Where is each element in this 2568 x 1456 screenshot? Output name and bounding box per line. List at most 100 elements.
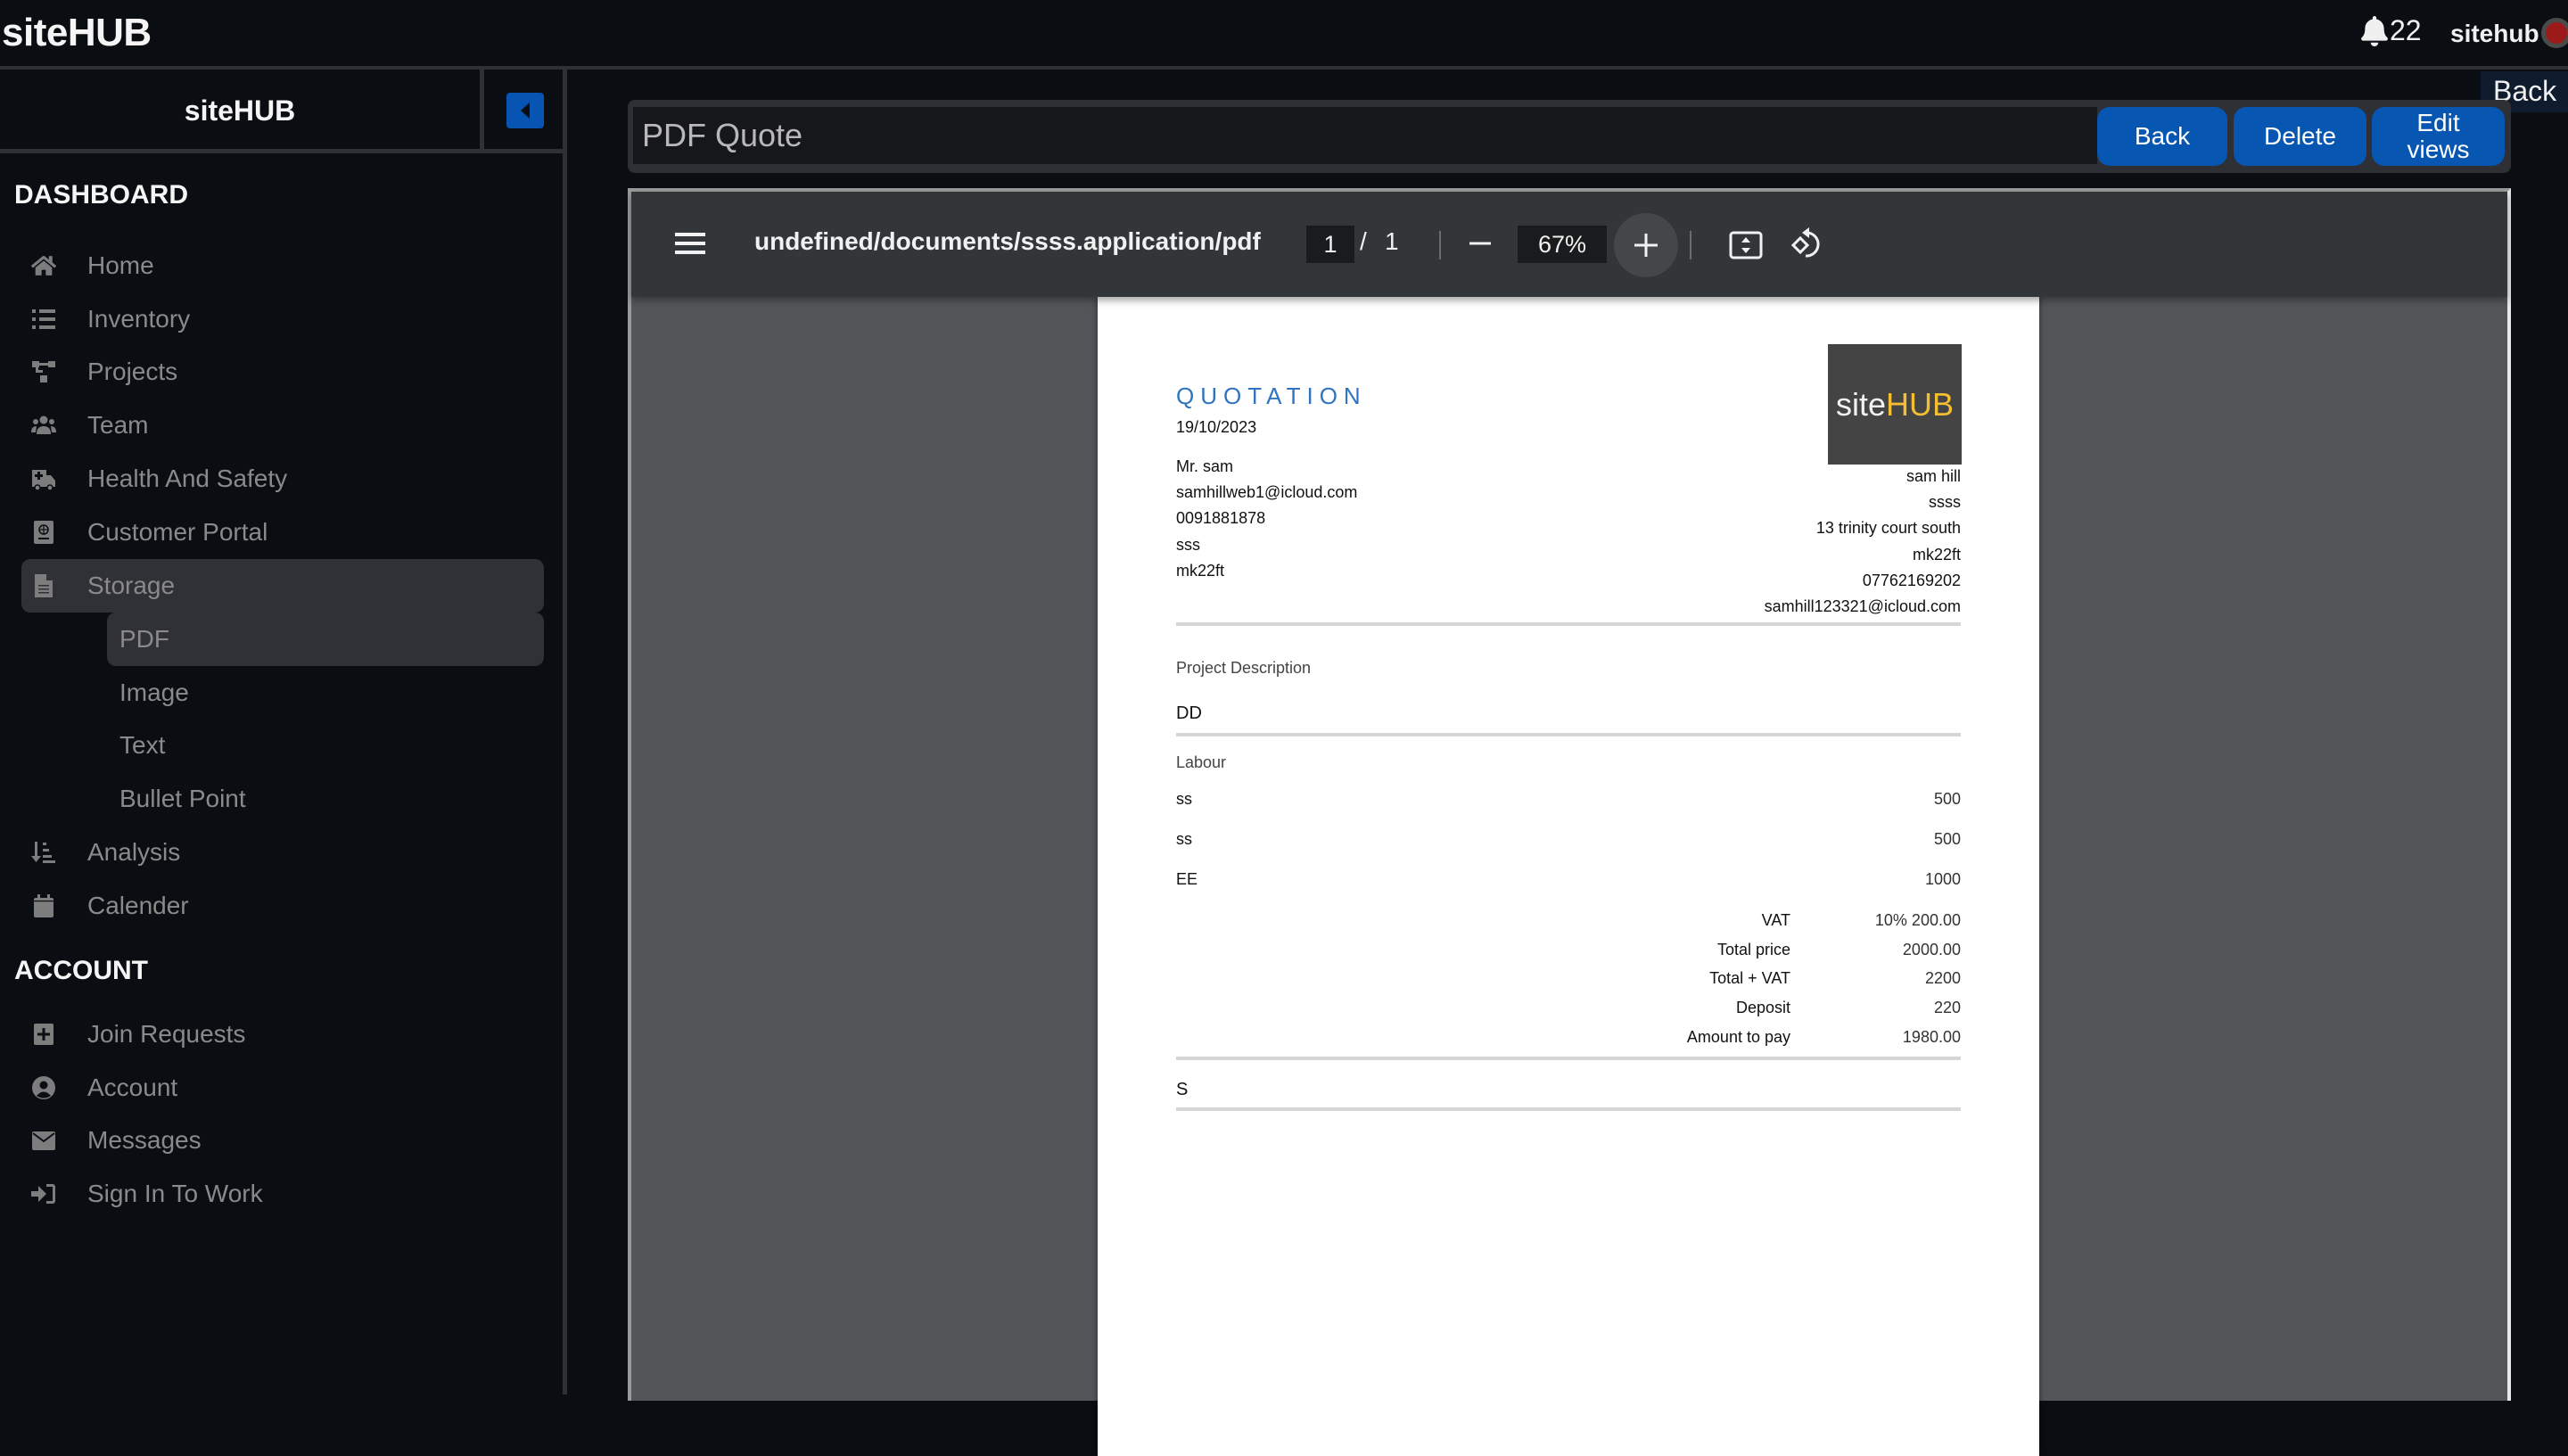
sidebar-subitem-image[interactable]: Image <box>107 666 544 720</box>
zoom-out-icon <box>1469 242 1491 245</box>
pdf-document-title: undefined/documents/ssss.application/pdf <box>754 227 1261 255</box>
notes-text: S <box>1176 1080 1189 1099</box>
project-description: DD <box>1176 703 1202 723</box>
sidebar-item-label: Calender <box>87 892 189 919</box>
back-button[interactable]: Back <box>2097 107 2227 166</box>
home-icon <box>30 252 57 279</box>
client-postcode: mk22ft <box>1176 562 1225 580</box>
plus-square-icon <box>30 1021 57 1048</box>
project-description-label: Project Description <box>1176 659 1312 677</box>
bell-icon <box>2361 15 2388 46</box>
project-diagram-icon <box>30 358 57 385</box>
divider <box>480 70 484 153</box>
sidebar-item-team[interactable]: Team <box>21 399 544 452</box>
deposit-value: 220 <box>1933 999 1961 1016</box>
calendar-icon <box>30 893 57 919</box>
sidebar-subitem-text[interactable]: Text <box>107 719 544 772</box>
sidebar-subitem-label: Bullet Point <box>119 785 246 812</box>
list-icon <box>30 306 57 333</box>
sidebar-title: siteHUB <box>184 95 296 127</box>
sidebar-item-join-requests[interactable]: Join Requests <box>21 1008 544 1061</box>
sidebar-subitem-label: PDF <box>119 625 169 653</box>
company-contact-name: sam hill <box>1905 467 1961 485</box>
sidebar-subitem-label: Text <box>119 731 166 759</box>
logo-text-hub: HUB <box>1886 385 1955 423</box>
divider <box>1176 1057 1961 1060</box>
deposit-label: Deposit <box>1735 999 1790 1016</box>
sidebar-item-label: Projects <box>87 358 178 385</box>
section-title-dashboard: DASHBOARD <box>14 180 188 210</box>
client-address: sss <box>1176 536 1200 554</box>
sidebar-item-projects[interactable]: Projects <box>21 345 544 399</box>
rotate-button[interactable] <box>1787 222 1826 265</box>
brand-logo[interactable]: siteHUB <box>2 11 152 55</box>
fit-page-button[interactable] <box>1726 226 1766 265</box>
user-circle-icon <box>30 1074 57 1101</box>
zoom-in-button[interactable] <box>1614 213 1678 277</box>
sidebar-item-label: Sign In To Work <box>87 1180 263 1207</box>
sidebar-item-sign-in-to-work[interactable]: Sign In To Work <box>21 1167 544 1221</box>
labour-item-amount: 500 <box>1933 830 1961 848</box>
passport-icon <box>30 519 57 546</box>
sidebar-item-account[interactable]: Account <box>21 1061 544 1115</box>
company-email: samhill123321@icloud.com <box>1764 597 1961 615</box>
page-separator: / <box>1360 227 1367 255</box>
labour-item-name: ss <box>1176 830 1192 848</box>
labour-label: Labour <box>1176 753 1227 771</box>
delete-button[interactable]: Delete <box>2234 107 2366 166</box>
divider <box>1176 1107 1961 1111</box>
document-title-input[interactable] <box>633 107 2097 164</box>
sidebar-item-analysis[interactable]: Analysis <box>21 826 544 879</box>
vat-label: VAT <box>1761 911 1790 929</box>
sidebar-header: siteHUB <box>0 70 567 153</box>
company-name: ssss <box>1929 493 1961 511</box>
zoom-in-icon <box>1634 234 1658 257</box>
total-price-label: Total price <box>1716 941 1790 958</box>
section-title-account: ACCOUNT <box>14 956 148 985</box>
sidebar-item-messages[interactable]: Messages <box>21 1114 544 1167</box>
edit-views-button[interactable]: Edit views <box>2372 107 2505 166</box>
sidebar-item-customer-portal[interactable]: Customer Portal <box>21 506 544 559</box>
sidebar-item-calender[interactable]: Calender <box>21 879 544 933</box>
page-number-input[interactable] <box>1306 226 1354 263</box>
collapse-sidebar-button[interactable] <box>506 93 544 128</box>
sidebar-subitem-bullet-point[interactable]: Bullet Point <box>107 772 544 826</box>
notification-count: 22 <box>2390 14 2422 46</box>
document-title-bar: Back Delete Edit views <box>628 100 2511 173</box>
users-icon <box>30 412 57 439</box>
vat-value: 10% 200.00 <box>1874 911 1961 929</box>
sidebar-item-health-and-safety[interactable]: Health And Safety <box>21 452 544 506</box>
user-name[interactable]: sitehub <box>2450 20 2539 48</box>
divider <box>1690 231 1691 259</box>
pdf-toolbar: undefined/documents/ssss.application/pdf… <box>631 192 2507 297</box>
divider <box>1176 622 1961 626</box>
sidebar-item-label: Team <box>87 411 149 439</box>
caret-left-icon <box>521 103 530 119</box>
rotate-icon <box>1790 227 1820 258</box>
sidebar-item-storage[interactable]: Storage <box>21 559 544 613</box>
file-icon <box>30 572 57 599</box>
labour-item-amount: 500 <box>1933 790 1961 808</box>
sidebar: siteHUB DASHBOARD Home Inventory Project… <box>0 70 567 1394</box>
company-logo: site HUB <box>1828 344 1962 465</box>
sidebar-subitem-label: Image <box>119 679 189 706</box>
total-price-value: 2000.00 <box>1902 941 1961 958</box>
client-email: samhillweb1@icloud.com <box>1176 483 1358 501</box>
sidebar-item-label: Messages <box>87 1126 202 1154</box>
sign-in-icon <box>30 1180 57 1207</box>
menu-icon <box>675 233 705 254</box>
total-vat-value: 2200 <box>1924 969 1961 987</box>
status-indicator[interactable] <box>2541 18 2568 48</box>
menu-button[interactable] <box>672 226 708 261</box>
divider <box>1176 733 1961 736</box>
top-bar: siteHUB 22 sitehub <box>0 0 2568 70</box>
zoom-out-button[interactable] <box>1462 226 1498 261</box>
notifications-button[interactable]: 22 <box>2361 14 2422 47</box>
sidebar-item-inventory[interactable]: Inventory <box>21 292 544 346</box>
zoom-level-input[interactable] <box>1518 226 1607 263</box>
sidebar-subitem-pdf[interactable]: PDF <box>107 613 544 666</box>
envelope-icon <box>30 1127 57 1154</box>
sidebar-item-home[interactable]: Home <box>21 239 544 292</box>
company-postcode: mk22ft <box>1912 546 1961 563</box>
total-pages: 1 <box>1385 227 1399 255</box>
